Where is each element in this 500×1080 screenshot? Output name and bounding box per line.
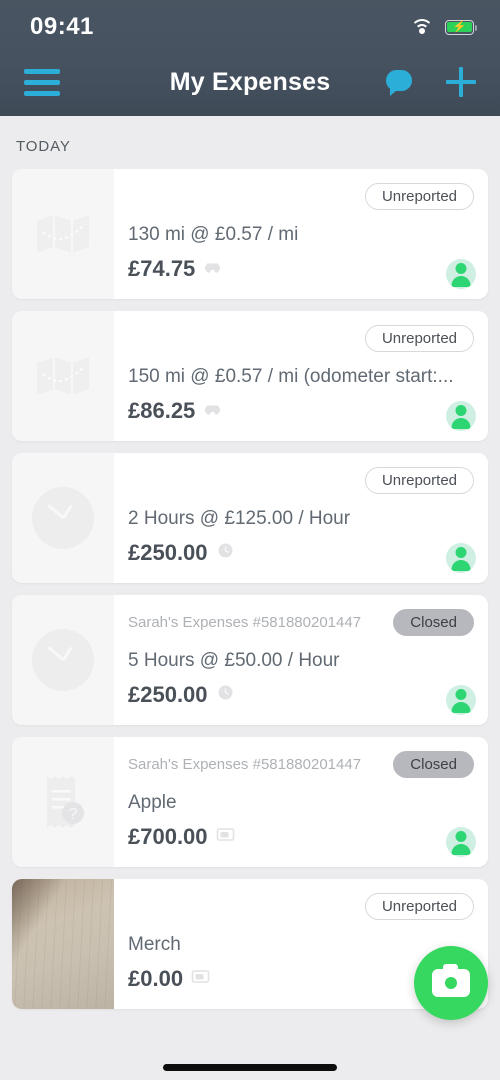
expense-card[interactable]: ? Sarah's Expenses #581880201447 Closed App… [12, 737, 488, 867]
app-header: 09:41 ⚡ My Expenses [0, 0, 500, 116]
expense-top-row: Sarah's Expenses #581880201447 Closed [128, 751, 474, 778]
expense-type-icon [191, 969, 210, 989]
expense-amount: £0.00 [128, 966, 184, 991]
status-bar-indicators: ⚡ [410, 18, 478, 36]
avatar[interactable] [446, 685, 476, 715]
car-icon [205, 405, 221, 415]
scan-receipt-fab[interactable] [414, 946, 488, 1020]
status-badge: Unreported [364, 183, 474, 210]
expense-list: Unreported 130 mi @ £0.57 / mi £74.75 Unrep… [0, 169, 500, 1009]
expense-details: Unreported 2 Hours @ £125.00 / Hour £250.0… [114, 453, 488, 583]
report-name: Sarah's Expenses #581880201447 [128, 614, 362, 631]
expense-amount: £250.00 [128, 540, 208, 565]
expense-top-row: Unreported [128, 183, 474, 210]
navigation-actions [386, 67, 476, 97]
expense-type-icon [203, 259, 222, 279]
expense-amount: £74.75 [128, 256, 196, 281]
status-badge: Unreported [364, 325, 474, 352]
expense-type-icon [203, 401, 222, 421]
section-header-today: TODAY [16, 138, 71, 155]
wifi-icon [410, 18, 434, 36]
expense-thumbnail: ? [12, 737, 114, 867]
svg-text:?: ? [69, 806, 78, 823]
expense-thumbnail [12, 169, 114, 299]
navigation-bar: My Expenses [0, 54, 500, 116]
receipt-icon [191, 970, 210, 983]
expense-description: Merch [128, 934, 181, 955]
status-badge: Closed [393, 609, 474, 636]
expense-description: 130 mi @ £0.57 / mi [128, 224, 299, 245]
expense-amount: £250.00 [128, 682, 208, 707]
map-icon [37, 215, 89, 253]
expense-card[interactable]: Unreported 150 mi @ £0.57 / mi (odometer … [12, 311, 488, 441]
avatar[interactable] [446, 543, 476, 573]
status-badge: Unreported [364, 467, 474, 494]
clock-icon [218, 685, 233, 700]
map-icon [37, 357, 89, 395]
expense-amount: £86.25 [128, 398, 196, 423]
expense-thumbnail [12, 453, 114, 583]
expense-thumbnail [12, 879, 114, 1009]
expense-card[interactable]: Sarah's Expenses #581880201447 Closed 5 Ho… [12, 595, 488, 725]
expense-details: Unreported 130 mi @ £0.57 / mi £74.75 [114, 169, 488, 299]
clock-icon [218, 543, 233, 558]
expense-description: Apple [128, 792, 177, 813]
expense-thumbnail [12, 311, 114, 441]
avatar[interactable] [446, 827, 476, 857]
car-icon [205, 263, 221, 273]
expense-top-row: Unreported [128, 325, 474, 352]
expense-description: 150 mi @ £0.57 / mi (odometer start:... [128, 366, 454, 387]
clock-icon [32, 629, 94, 691]
app-screen: 09:41 ⚡ My Expenses TODAY Unreported 130… [0, 0, 500, 1080]
receipt-icon [216, 828, 234, 841]
expense-description: 5 Hours @ £50.00 / Hour [128, 650, 340, 671]
camera-icon [432, 964, 470, 997]
expense-amount: £700.00 [128, 824, 208, 849]
expense-top-row: Unreported [128, 893, 474, 920]
expense-type-icon [216, 543, 235, 563]
expense-details: Sarah's Expenses #581880201447 Closed 5 Ho… [114, 595, 488, 725]
expense-amount-row: £250.00 [128, 540, 474, 566]
expense-type-icon [216, 827, 235, 847]
receipt-question-icon: ? [47, 776, 84, 828]
expense-amount-row: £700.00 [128, 824, 474, 850]
hamburger-menu-icon[interactable] [24, 68, 60, 96]
status-bar-clock: 09:41 [30, 13, 94, 40]
expense-description: 2 Hours @ £125.00 / Hour [128, 508, 351, 529]
expense-amount-row: £86.25 [128, 398, 474, 424]
expense-card[interactable]: Unreported 130 mi @ £0.57 / mi £74.75 [12, 169, 488, 299]
expense-top-row: Unreported [128, 467, 474, 494]
battery-charging-icon: ⚡ [445, 19, 478, 35]
avatar[interactable] [446, 401, 476, 431]
report-name: Sarah's Expenses #581880201447 [128, 756, 362, 773]
status-badge: Closed [393, 751, 474, 778]
expense-top-row: Sarah's Expenses #581880201447 Closed [128, 609, 474, 636]
status-bar: 09:41 ⚡ [0, 0, 500, 54]
status-badge: Unreported [364, 893, 474, 920]
expense-amount-row: £250.00 [128, 682, 474, 708]
add-expense-icon[interactable] [446, 67, 476, 97]
chat-bubble-icon[interactable] [386, 70, 412, 96]
home-indicator [163, 1064, 337, 1071]
avatar[interactable] [446, 259, 476, 289]
expense-details: Sarah's Expenses #581880201447 Closed Appl… [114, 737, 488, 867]
clock-icon [32, 487, 94, 549]
expense-type-icon [216, 685, 235, 705]
expense-thumbnail [12, 595, 114, 725]
receipt-photo [12, 879, 114, 1009]
expense-card[interactable]: Unreported 2 Hours @ £125.00 / Hour £250.0… [12, 453, 488, 583]
expense-details: Unreported 150 mi @ £0.57 / mi (odometer … [114, 311, 488, 441]
expense-amount-row: £74.75 [128, 256, 474, 282]
